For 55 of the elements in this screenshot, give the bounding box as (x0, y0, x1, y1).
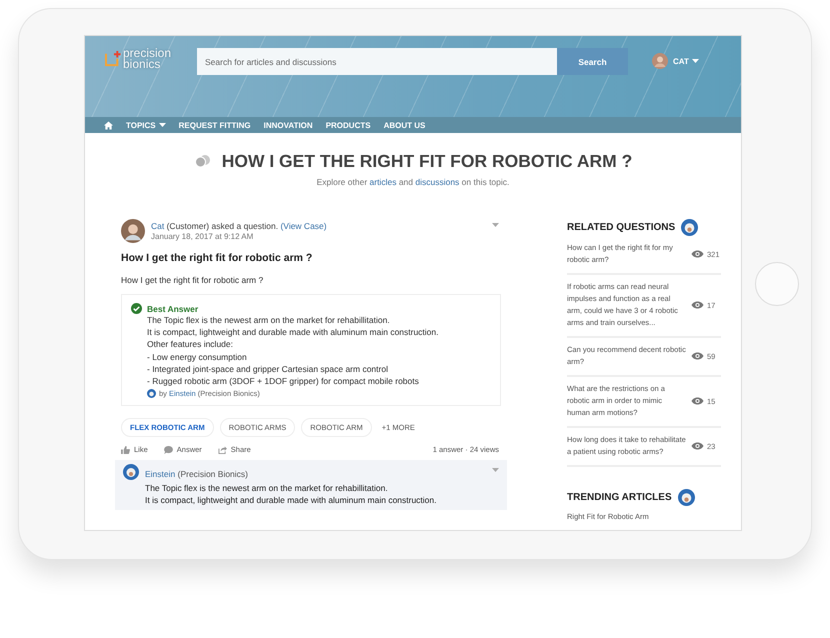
eye-icon (691, 352, 704, 360)
author-link[interactable]: Einstein (145, 469, 176, 480)
nav-link[interactable]: TOPICS (126, 120, 166, 130)
logo-text: precision (123, 48, 172, 59)
nav-link[interactable]: PRODUCTS (326, 120, 371, 130)
chat-icon (194, 154, 211, 168)
answer-text: It is compact, lightweight and durable made with aluminum main construction. (147, 326, 440, 338)
avatar-icon (681, 219, 698, 236)
avatar-icon (678, 489, 695, 506)
author-org: (Precision Bionics) (178, 469, 248, 480)
question-body: How I get the right fit for robotic arm ? (121, 275, 264, 285)
caret-icon (692, 58, 699, 64)
home-button[interactable] (754, 262, 798, 306)
search-field[interactable]: Search for articles and discussions (197, 48, 557, 75)
logo-text: bionics (123, 59, 160, 70)
nav-link[interactable]: ABOUT US (384, 120, 426, 130)
logo-icon (105, 50, 122, 67)
eye-icon (691, 397, 704, 405)
eye-icon (691, 442, 704, 450)
topic-link[interactable]: discussions (415, 177, 460, 187)
search-button[interactable]: Search (557, 48, 628, 75)
answer-text: The Topic flex is the newest arm on the market for rehabillitation. (145, 482, 389, 494)
avatar-icon (121, 219, 145, 243)
topic-link[interactable]: articles (370, 177, 396, 187)
avatar-icon (123, 464, 139, 480)
caret-icon[interactable] (492, 223, 499, 228)
eye-icon (691, 250, 704, 258)
section-heading: RELATED QUESTIONS (567, 222, 676, 233)
answer-text: - Low energy consumption (147, 350, 248, 363)
avatar-icon (652, 53, 668, 69)
question-title: How I get the right fit for robotic arm ? (121, 252, 314, 264)
nav-link[interactable]: INNOVATION (264, 120, 313, 130)
caret-icon (158, 122, 166, 128)
answer-text: - Rugged robotic arm (3DOF + 1DOF gripper) for compact mobile robots (147, 375, 420, 388)
section-heading: TRENDING ARTICLES (567, 492, 672, 503)
eye-icon (691, 301, 704, 309)
avatar-icon (147, 389, 156, 398)
nav-link[interactable]: REQUEST FITTING (178, 120, 251, 130)
answer-text: The Topic flex is the newest arm on the market for rehabillitation. (147, 314, 391, 326)
author-link[interactable]: Cat (151, 221, 164, 231)
post-date: January 18, 2017 at 9:12 AM (151, 232, 254, 241)
subtitle: Explore other articles and discussions on this topic. (316, 177, 510, 187)
speech-bubble-icon (164, 446, 173, 454)
home-icon[interactable] (104, 120, 113, 130)
best-answer-label: Best Answer (147, 304, 198, 314)
share-icon (218, 446, 227, 454)
answer-text: - Integrated joint-space and gripper Cartesian space arm control (147, 362, 389, 376)
thumbs-up-icon (121, 446, 130, 454)
answer-text: It is compact, lightweight and durable made with aluminum main construction. (145, 494, 438, 507)
view-case-link[interactable]: (View Case) (280, 221, 327, 231)
answer-text: Other features include: (147, 338, 234, 351)
caret-icon[interactable] (492, 468, 499, 474)
author-line: Cat (Customer) asked a question. (View Case) (151, 221, 328, 231)
page-title: HOW I GET THE RIGHT FIT FOR ROBOTIC ARM ? (222, 151, 632, 171)
check-icon (131, 303, 142, 314)
